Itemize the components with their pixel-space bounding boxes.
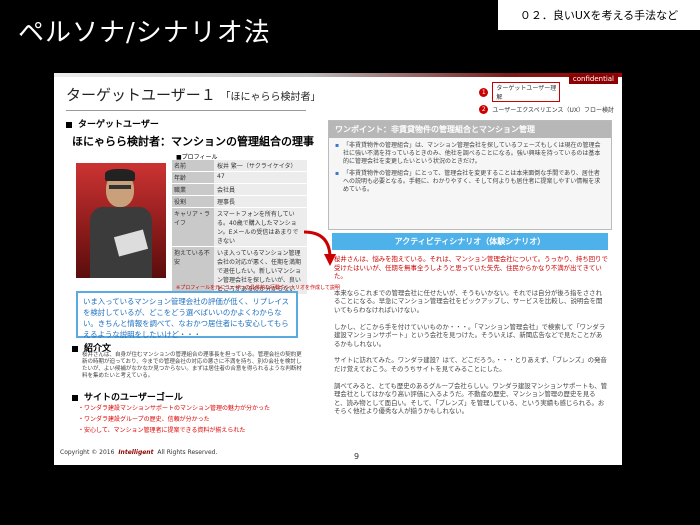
onepoint-paragraph: 「非賃貸物件の管理組合」にとって、管理会社を変更することは本来面倒な手間であり、…: [329, 166, 611, 194]
legend-item: 2 ユーザーエクスペリエンス（UX）フロー検討: [479, 105, 614, 114]
bullet-square-icon: [72, 345, 78, 352]
legend-label: ターゲットユーザー理解: [492, 82, 561, 102]
section-tag: ０２．良いUXを考える手法など: [498, 0, 700, 30]
slide-heading-main: ターゲットユーザー１: [66, 86, 216, 104]
target-section-heading: ターゲットユーザー: [66, 117, 159, 130]
profile-row: 職業 会社員: [172, 184, 307, 196]
company-logo: Intelligent: [118, 449, 154, 456]
heading-divider: [66, 110, 306, 111]
slide: confidential ターゲットユーザー１ 「ほにゃらら検討者」 1 ターゲッ…: [54, 73, 622, 465]
legend-number: 2: [479, 105, 489, 114]
profile-row: キャリア・ライフ スマートフォンを所有している。40歳で購入したマンション。Eメー…: [172, 208, 307, 247]
onepoint-heading: ワンポイント：非賃貸物件の管理組合とマンション管理: [329, 121, 611, 138]
scenario-paragraph: 調べてみると、とても歴史のあるグループ会社らしい。ワンダラ建設マンションサポート…: [334, 381, 608, 416]
profile-row: 年齢 47: [172, 172, 307, 184]
legend-number: 1: [479, 87, 489, 97]
page-number: 9: [354, 452, 360, 461]
onepoint-paragraph: 「非賃貸物件の管理組合」は、マンション管理会社を探しているフェーズもしくは現在の…: [329, 138, 611, 166]
slide-top-bar: [54, 73, 622, 77]
goal-item: ・ワンダラ建設グループの歴史、信頼が分かった: [78, 416, 210, 423]
legend-item: 1 ターゲットユーザー理解: [479, 82, 614, 102]
profile-row: 役割 理事長: [172, 196, 307, 208]
legend-label: ユーザーエクスペリエンス（UX）フロー検討: [492, 107, 614, 114]
slide-heading-sub: 「ほにゃらら検討者」: [220, 92, 321, 103]
page-title: ペルソナ/シナリオ法: [18, 18, 271, 48]
step-legend: 1 ターゲットユーザー理解 2 ユーザーエクスペリエンス（UX）フロー検討: [479, 82, 614, 117]
goal-item: ・安心して、マンション管理者に提案できる資料が揃えられた: [78, 427, 246, 434]
profile-table: 名前 桜井 繁一（サクライケイタ） 年齢 47 職業 会社員 役割 理事長 キャリア・ラ…: [172, 160, 307, 295]
bullet-square-icon: [72, 394, 78, 401]
onepoint-box: ワンポイント：非賃貸物件の管理組合とマンション管理 「非賃貸物件の管理組合」は、…: [328, 120, 612, 230]
profile-row: 名前 桜井 繁一（サクライケイタ）: [172, 160, 307, 172]
goal-heading: サイトのユーザーゴール: [72, 390, 183, 403]
goal-item: ・ワンダラ建設マンションサポートのマンション管理の魅力が分かった: [78, 405, 271, 412]
scenario-paragraph: 本来ならこれまでの管理会社に任せたいが、そうもいかない。それでは自分が後ろ指をさ…: [334, 288, 603, 314]
footer-copyright: Copyright © 2016 Intelligent All Rights …: [60, 449, 218, 456]
persona-title: ほにゃらら検討者：マンションの管理組合の理事: [72, 135, 314, 148]
intro-text: 桜井さんは、自身が住むマンションの管理組合の理事長を担っている。管理会社の契約更…: [82, 352, 302, 379]
scenario-paragraph: しかし、どこから手を付けていいものか・・・。「マンション管理会社」で検索して「ワ…: [334, 322, 606, 348]
persona-quote: いま入っているマンション管理会社の評価が低く、リプレイスを検討しているが、どこを…: [76, 291, 298, 339]
goal-list: ・ワンダラ建設マンションサポートのマンション管理の魅力が分かった ・ワンダラ建設…: [78, 403, 270, 436]
scenario-paragraph: サイトに訪れてみた。ワンダラ建設？はて、どこだろう。・・・とりあえず、「ブレンズ…: [334, 356, 607, 373]
scenario-paragraph: 桜井さんは、悩みを抱えている。それは、マンション管理会社について。うっかり、持ち…: [334, 255, 608, 281]
activity-scenario-banner: アクティビティシナリオ（体験シナリオ）: [332, 233, 608, 250]
slide-heading: ターゲットユーザー１ 「ほにゃらら検討者」: [66, 84, 320, 105]
bullet-square-icon: [66, 121, 72, 128]
profile-caption: ※プロフィールを元にユーザーの具体的な行動やシナリオを作成して説明: [176, 285, 340, 291]
scenario-text: 桜井さんは、悩みを抱えている。それは、マンション管理会社について。うっかり、持ち…: [334, 255, 608, 424]
persona-photo: [76, 163, 166, 278]
